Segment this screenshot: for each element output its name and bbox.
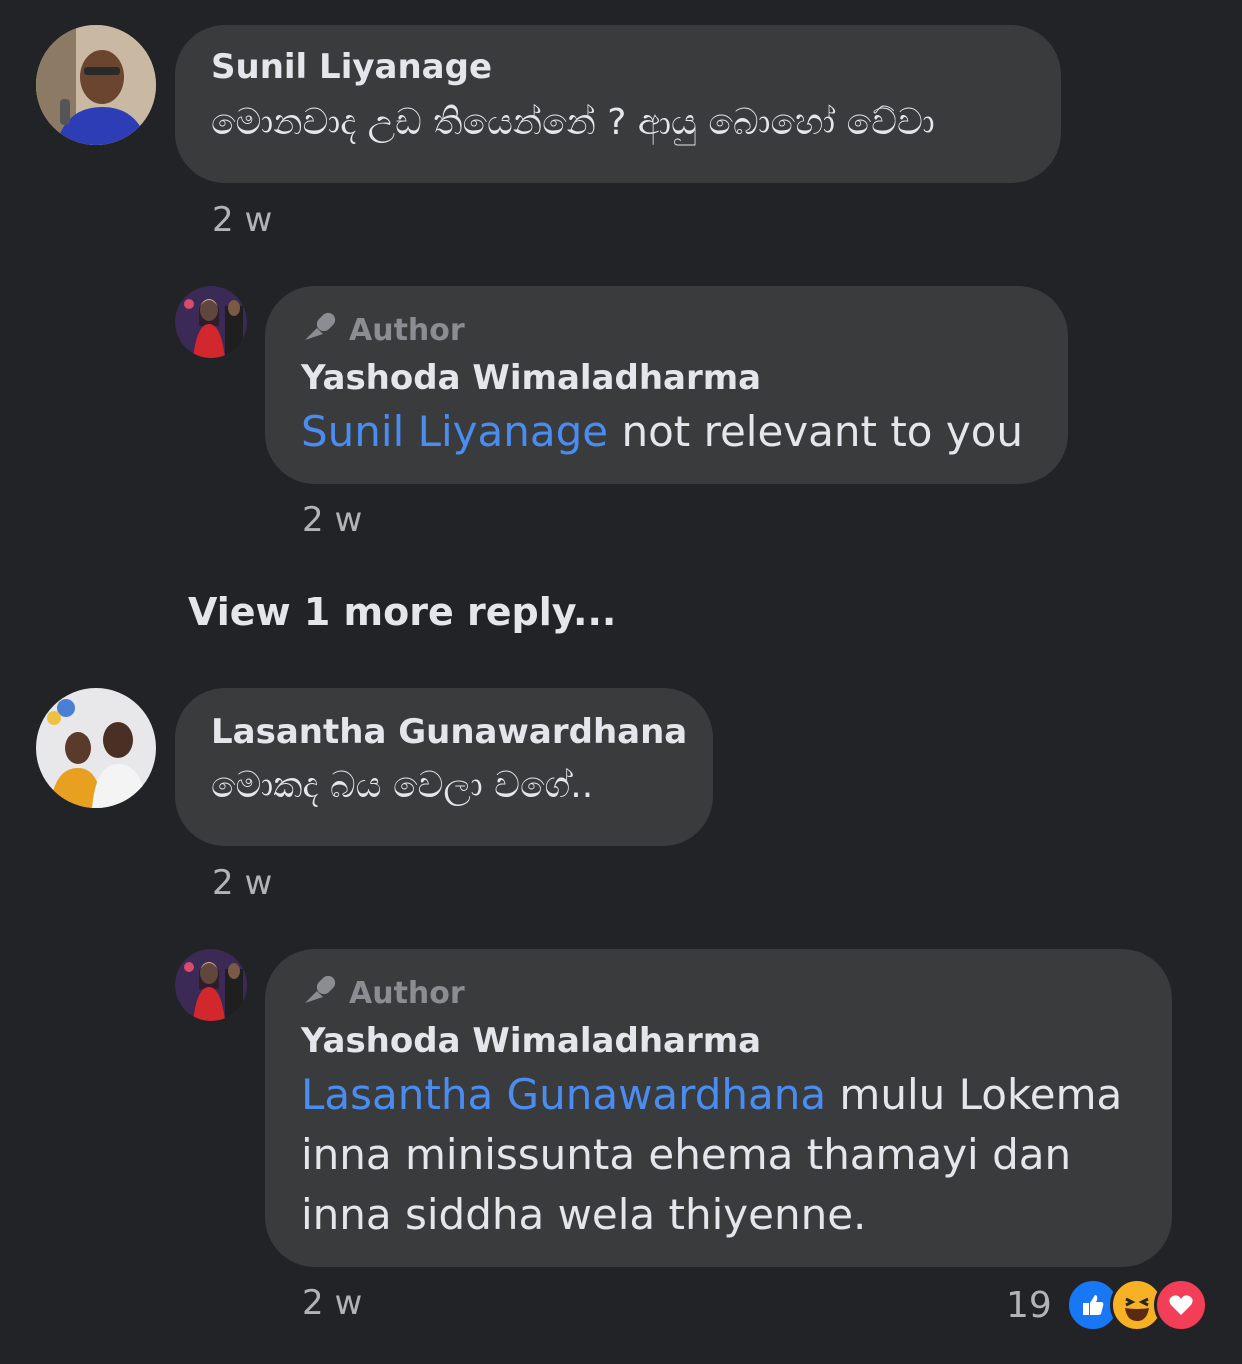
view-more-replies-link[interactable]: View 1 more reply... [188, 590, 616, 634]
avatar-yashoda-wimaladharma[interactable] [175, 949, 247, 1021]
reaction-count: 19 [1006, 1284, 1052, 1326]
reply-body: not relevant to you [608, 407, 1024, 456]
mention-link[interactable]: Lasantha Gunawardhana [301, 1070, 826, 1119]
author-badge-label: Author [349, 975, 465, 1011]
mention-link[interactable]: Sunil Liyanage [301, 407, 608, 456]
reply-author-name[interactable]: Yashoda Wimaladharma [301, 1021, 1136, 1061]
author-badge-label: Author [349, 312, 465, 348]
reply-author-name[interactable]: Yashoda Wimaladharma [301, 358, 1032, 398]
reply-bubble: Author Yashoda Wimaladharma Lasantha Gun… [265, 949, 1172, 1267]
comment-text: මොකද බය වෙලා වගේ.. [211, 765, 594, 806]
comment-bubble: Lasantha Gunawardhana මොකද බය වෙලා වගේ.. [175, 688, 713, 846]
avatar-lasantha-gunawardhana[interactable] [36, 688, 156, 808]
author-badge: Author [301, 310, 1032, 350]
reply-timestamp[interactable]: 2 w [302, 1283, 362, 1323]
comment-timestamp[interactable]: 2 w [212, 863, 272, 903]
avatar-yashoda-wimaladharma[interactable] [175, 286, 247, 358]
comment-text: මොනවාද උඩ තියෙන්නේ ? ආයු බොහෝ වේවා [211, 102, 935, 143]
reply-text: Sunil Liyanage not relevant to you [301, 402, 1032, 462]
microphone-icon [301, 971, 337, 1015]
reply-bubble: Author Yashoda Wimaladharma Sunil Liyana… [265, 286, 1068, 484]
avatar-sunil-liyanage[interactable] [36, 25, 156, 145]
reaction-summary[interactable]: 19 [1006, 1278, 1208, 1332]
reply-text: Lasantha Gunawardhana mulu Lokema inna m… [301, 1065, 1136, 1245]
comment-timestamp[interactable]: 2 w [212, 200, 272, 240]
comment-author-name[interactable]: Lasantha Gunawardhana [211, 712, 687, 752]
comment-bubble: Sunil Liyanage මොනවාද උඩ තියෙන්නේ ? ආයු … [175, 25, 1061, 183]
microphone-icon [301, 308, 337, 352]
author-badge: Author [301, 973, 1136, 1013]
reply-timestamp[interactable]: 2 w [302, 500, 362, 540]
love-icon [1153, 1278, 1208, 1332]
comment-author-name[interactable]: Sunil Liyanage [211, 47, 1025, 87]
